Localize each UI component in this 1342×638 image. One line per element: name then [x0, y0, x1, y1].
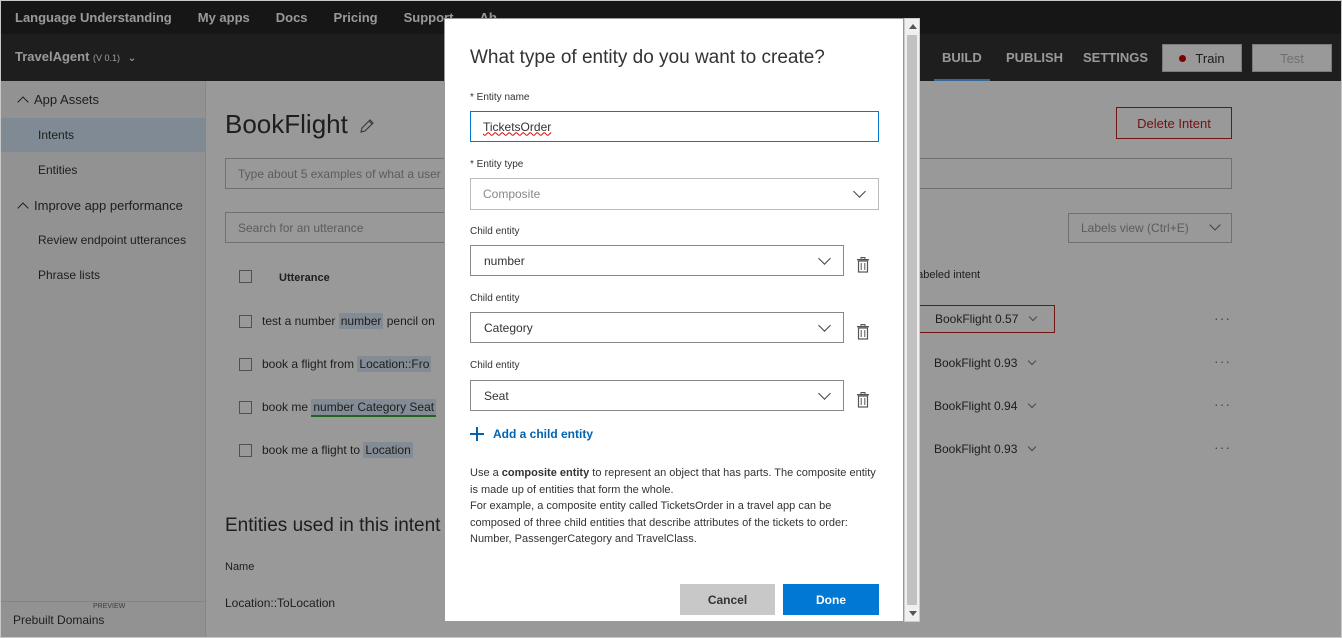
child-entity-select[interactable]: Category: [470, 312, 844, 343]
child-entity-value: Category: [484, 320, 533, 335]
add-child-entity-button[interactable]: Add a child entity: [470, 425, 593, 443]
child-entity-label: Child entity: [470, 360, 520, 371]
entity-type-select[interactable]: Composite: [470, 178, 879, 210]
scroll-thumb[interactable]: [907, 35, 917, 605]
entity-name-input[interactable]: TicketsOrder: [470, 111, 879, 142]
trash-icon[interactable]: [856, 392, 870, 408]
chevron-down-icon: [818, 319, 831, 332]
scroll-up-icon[interactable]: [909, 24, 917, 29]
done-button[interactable]: Done: [783, 584, 879, 615]
add-child-entity-label: Add a child entity: [493, 427, 594, 441]
child-entity-label: Child entity: [470, 226, 520, 237]
app-window: Language Understanding My apps Docs Pric…: [0, 0, 1342, 638]
trash-icon[interactable]: [856, 324, 870, 340]
chevron-down-icon: [853, 185, 866, 198]
child-entity-value: Seat: [484, 388, 509, 403]
chevron-down-icon: [818, 387, 831, 400]
plus-icon: [470, 427, 484, 441]
child-entity-select[interactable]: number: [470, 245, 844, 276]
help-text: Use a composite entity to represent an o…: [470, 467, 876, 545]
create-entity-dialog: What type of entity do you want to creat…: [444, 18, 904, 622]
entity-name-value: TicketsOrder: [483, 119, 552, 134]
scroll-down-icon[interactable]: [909, 611, 917, 616]
entity-type-value: Composite: [483, 187, 541, 201]
dialog-title: What type of entity do you want to creat…: [470, 47, 825, 68]
entity-name-label: * Entity name: [470, 92, 530, 103]
chevron-down-icon: [818, 252, 831, 265]
child-entity-label: Child entity: [470, 293, 520, 304]
cancel-button[interactable]: Cancel: [680, 584, 775, 615]
child-entity-select[interactable]: Seat: [470, 380, 844, 411]
trash-icon[interactable]: [856, 257, 870, 273]
dialog-scrollbar[interactable]: [904, 18, 920, 622]
entity-type-label: * Entity type: [470, 159, 524, 170]
child-entity-value: number: [484, 253, 525, 268]
